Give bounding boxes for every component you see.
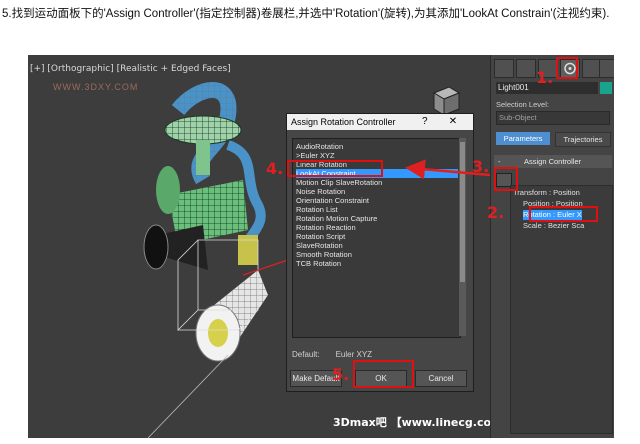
- instruction-text: 5.找到运动面板下的'Assign Controller'(指定控制器)卷展栏,…: [2, 8, 610, 20]
- max-screenshot: [+] [Orthographic] [Realistic + Edged Fa…: [28, 55, 614, 438]
- annotation-arrow-icon: [405, 159, 491, 180]
